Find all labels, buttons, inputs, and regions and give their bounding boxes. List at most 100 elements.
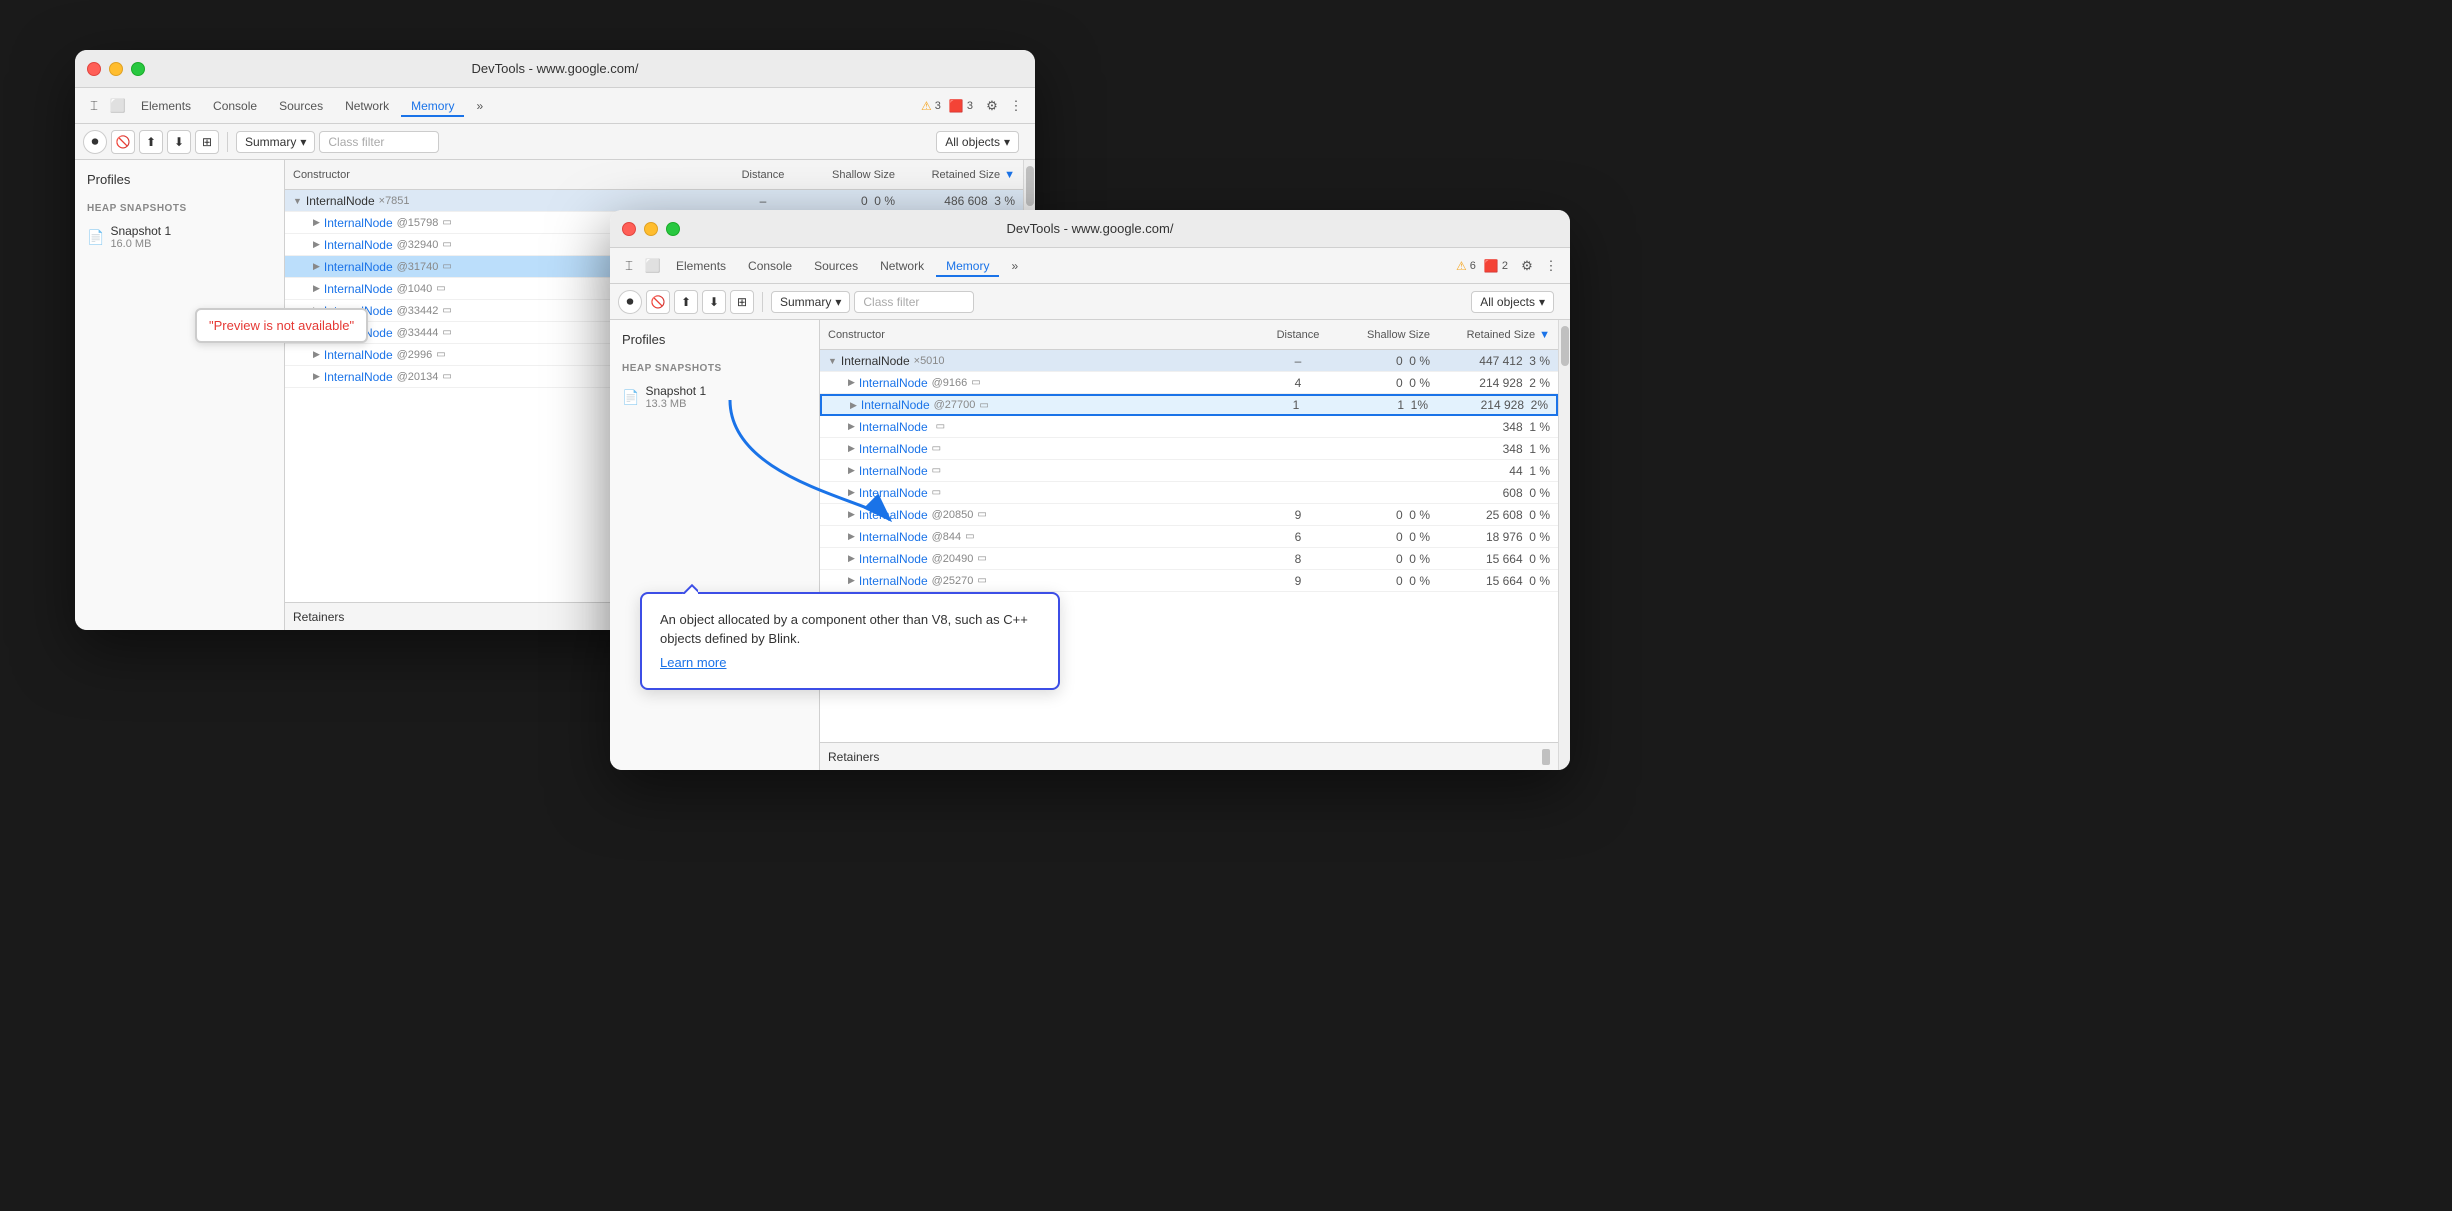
tab-network-1[interactable]: Network	[335, 95, 399, 117]
tab-memory-1[interactable]: Memory	[401, 95, 464, 117]
summary-dropdown-1[interactable]: Summary ▾	[236, 131, 315, 153]
table-row[interactable]: ▶ InternalNode @20490 ▭ 8 0 0 % 15 664 0…	[820, 548, 1558, 570]
expand-icon[interactable]: ▶	[313, 371, 320, 382]
table-row[interactable]: ▶ InternalNode ▭ 608 0 %	[820, 482, 1558, 504]
row-name: ▶ InternalNode @27700 ▭	[822, 398, 1256, 412]
dropdown-arrow-1: ▾	[300, 135, 306, 149]
retainers-scrollbar-stub[interactable]	[1542, 749, 1550, 765]
minimize-button-2[interactable]	[644, 222, 658, 236]
more-options-icon-1[interactable]: ⋮	[1005, 95, 1027, 117]
tab-memory-2[interactable]: Memory	[936, 255, 999, 277]
snapshot-item-1[interactable]: 📄 Snapshot 1 16.0 MB	[75, 218, 284, 256]
close-button-1[interactable]	[87, 62, 101, 76]
table-row[interactable]: ▼ InternalNode ×7851 – 0 0 % 486 608 3 %	[285, 190, 1023, 212]
upload-button-2[interactable]: ⬆	[674, 290, 698, 314]
summary-dropdown-2[interactable]: Summary ▾	[771, 291, 850, 313]
warning-icon-2: ⚠	[1456, 259, 1467, 273]
expand-icon[interactable]: ▶	[848, 443, 855, 454]
expand-icon[interactable]: ▶	[848, 465, 855, 476]
inspect-icon[interactable]: ⬜	[107, 95, 129, 117]
row-name: ▶ InternalNode ▭	[820, 442, 1258, 456]
row-name: ▶ InternalNode @9166 ▭	[820, 376, 1258, 390]
expand-icon[interactable]: ▶	[313, 239, 320, 250]
table-row[interactable]: ▶ InternalNode ▭ 348 1 %	[820, 438, 1558, 460]
download-button-2[interactable]: ⬇	[702, 290, 726, 314]
class-filter-input-2[interactable]: Class filter	[854, 291, 974, 313]
table-row[interactable]: ▶ InternalNode @844 ▭ 6 0 0 % 18 976 0 %	[820, 526, 1558, 548]
tab-sources-2[interactable]: Sources	[804, 255, 868, 277]
node-window-icon: ▭	[442, 239, 451, 250]
table-row[interactable]: ▶ InternalNode ▭ 348 1 %	[820, 416, 1558, 438]
table-row[interactable]: ▶ InternalNode ▭ 44 1 %	[820, 460, 1558, 482]
expand-icon[interactable]: ▶	[848, 509, 855, 520]
more-options-icon-2[interactable]: ⋮	[1540, 255, 1562, 277]
all-objects-label-1: All objects	[945, 135, 1000, 149]
table-row[interactable]: ▶ InternalNode @25270 ▭ 9 0 0 % 15 664 0…	[820, 570, 1558, 592]
expand-icon[interactable]: ▶	[313, 261, 320, 272]
download-button-1[interactable]: ⬇	[167, 130, 191, 154]
upload-button-1[interactable]: ⬆	[139, 130, 163, 154]
tab-console-1[interactable]: Console	[203, 95, 267, 117]
col-shallow-1: Shallow Size	[803, 169, 903, 181]
scrollbar-2[interactable]	[1558, 320, 1570, 770]
error-icon-2: 🟥	[1484, 259, 1499, 273]
snapshot-icon-2: 📄	[622, 389, 639, 406]
sort-icon-1: ▼	[1004, 169, 1015, 181]
table-row[interactable]: ▶ InternalNode @9166 ▭ 4 0 0 % 214 928 2…	[820, 372, 1558, 394]
clear-button-1[interactable]: 🚫	[111, 130, 135, 154]
expand-icon[interactable]: ▶	[848, 377, 855, 388]
tab-elements-2[interactable]: Elements	[666, 255, 736, 277]
tab-sources-1[interactable]: Sources	[269, 95, 333, 117]
tab-network-2[interactable]: Network	[870, 255, 934, 277]
learn-more-link[interactable]: Learn more	[820, 653, 1040, 673]
toolbar-separator-1	[227, 132, 228, 152]
info-popover: An object allocated by a component other…	[820, 592, 1060, 691]
table-row[interactable]: ▶ InternalNode @20850 ▭ 9 0 0 % 25 608 0…	[820, 504, 1558, 526]
expand-icon[interactable]: ▶	[848, 575, 855, 586]
row-name: ▶ InternalNode @20850 ▭	[820, 508, 1258, 522]
expand-icon[interactable]: ▶	[848, 487, 855, 498]
error-badge-2: 🟥 2	[1484, 259, 1508, 273]
record-button-1[interactable]: ⏺	[83, 130, 107, 154]
clear-button-2[interactable]: 🚫	[646, 290, 670, 314]
tab-more-1[interactable]: »	[466, 95, 493, 117]
class-filter-input-1[interactable]: Class filter	[319, 131, 439, 153]
expand-icon[interactable]: ▶	[313, 217, 320, 228]
snapshot-item-2[interactable]: 📄 Snapshot 1 13.3 MB	[610, 378, 819, 416]
maximize-button-2[interactable]	[666, 222, 680, 236]
scrollbar-thumb-1[interactable]	[1026, 166, 1034, 206]
cursor-icon[interactable]: ⌶	[83, 95, 105, 117]
snapshot-button-2[interactable]: ⊞	[730, 290, 754, 314]
expand-icon[interactable]: ▼	[293, 196, 302, 206]
expand-icon[interactable]: ▼	[828, 356, 837, 366]
expand-icon[interactable]: ▶	[848, 421, 855, 432]
minimize-button-1[interactable]	[109, 62, 123, 76]
record-button-2[interactable]: ⏺	[618, 290, 642, 314]
all-objects-dropdown-2[interactable]: All objects ▾	[1471, 291, 1554, 313]
expand-icon[interactable]: ▶	[850, 400, 857, 411]
table-header-1: Constructor Distance Shallow Size Retain…	[285, 160, 1023, 190]
all-objects-dropdown-1[interactable]: All objects ▾	[936, 131, 1019, 153]
scrollbar-thumb-2[interactable]	[1561, 326, 1569, 366]
row-name: ▶ InternalNode ▭	[820, 486, 1258, 500]
close-button-2[interactable]	[622, 222, 636, 236]
expand-icon[interactable]: ▶	[848, 553, 855, 564]
cursor-icon-2[interactable]: ⌶	[618, 255, 640, 277]
settings-icon-2[interactable]: ⚙	[1516, 255, 1538, 277]
tab-console-2[interactable]: Console	[738, 255, 802, 277]
row-name: ▼ InternalNode ×5010	[820, 354, 1258, 368]
tab-more-2[interactable]: »	[1001, 255, 1028, 277]
node-window-icon: ▭	[979, 400, 988, 411]
expand-icon[interactable]: ▶	[313, 283, 320, 294]
table-row[interactable]: ▶ InternalNode @27700 ▭ 1 1 1% 214 928 2…	[820, 394, 1558, 416]
all-objects-arrow-1: ▾	[1004, 135, 1010, 149]
table-row[interactable]: ▼ InternalNode ×5010 – 0 0 % 447 412 3 %	[820, 350, 1558, 372]
expand-icon[interactable]: ▶	[848, 531, 855, 542]
maximize-button-1[interactable]	[131, 62, 145, 76]
tab-elements-1[interactable]: Elements	[131, 95, 201, 117]
expand-icon[interactable]: ▶	[313, 349, 320, 360]
settings-icon-1[interactable]: ⚙	[981, 95, 1003, 117]
row-distance: –	[1258, 354, 1338, 368]
inspect-icon-2[interactable]: ⬜	[642, 255, 664, 277]
snapshot-button-1[interactable]: ⊞	[195, 130, 219, 154]
